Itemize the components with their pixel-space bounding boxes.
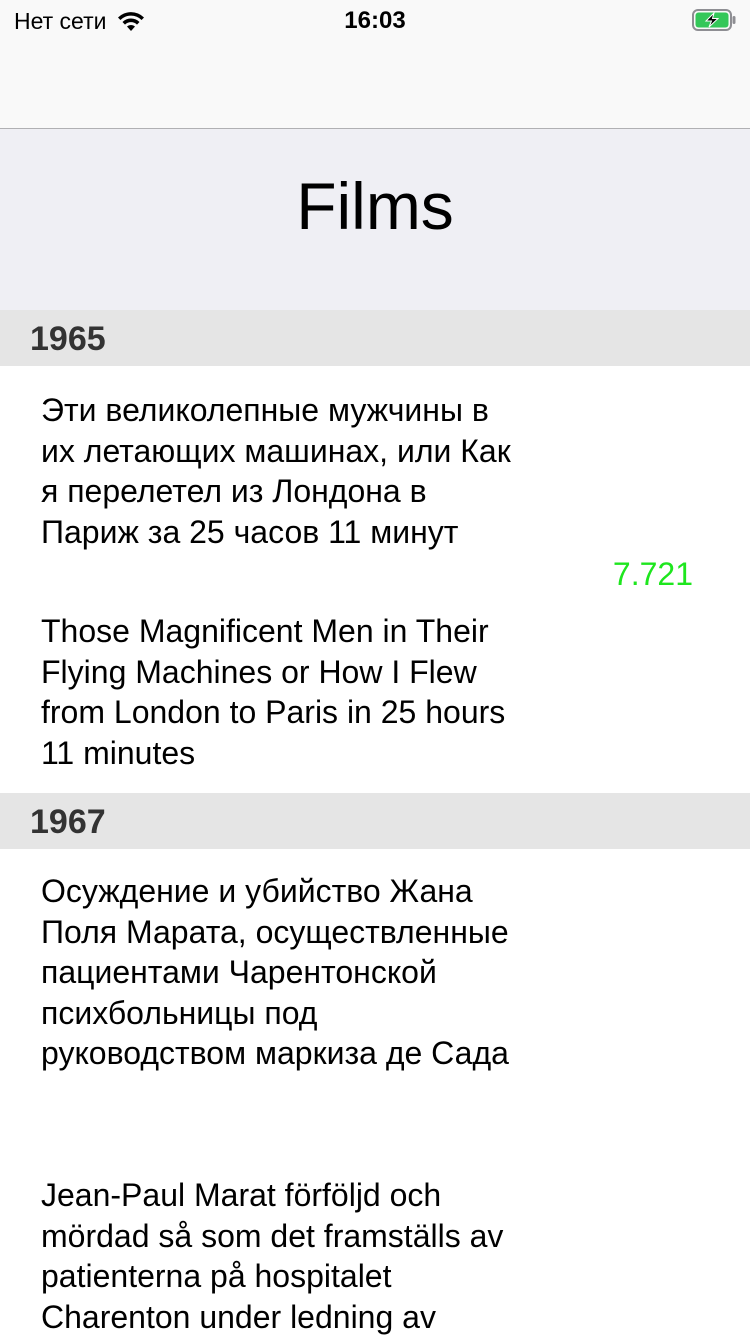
- section-year: 1965: [30, 320, 106, 358]
- film-cell[interactable]: Осуждение и убийство Жана Поля Марата, о…: [0, 849, 750, 1335]
- page-title: Films: [296, 169, 454, 243]
- section-year: 1967: [30, 803, 106, 841]
- film-original-title: Those Magnificent Men in Their Flying Ma…: [41, 613, 506, 771]
- film-cell[interactable]: Эти великолепные мужчины в их летающих м…: [0, 366, 750, 793]
- section-header-1967: 1967: [0, 793, 750, 849]
- film-local-title: Эти великолепные мужчины в их летающих м…: [41, 392, 511, 550]
- film-original-title: Jean-Paul Marat förföljd och mördad så s…: [41, 1177, 504, 1335]
- film-local-title: Осуждение и убийство Жана Поля Марата, о…: [41, 873, 509, 1071]
- status-time: 16:03: [344, 7, 406, 34]
- status-bar: Нет сети 16:03: [0, 0, 750, 40]
- film-rating: 7.721: [612, 556, 693, 592]
- section-header-1965: 1965: [0, 310, 750, 366]
- navigation-bar: [0, 40, 750, 129]
- battery-charging-icon: [692, 9, 736, 31]
